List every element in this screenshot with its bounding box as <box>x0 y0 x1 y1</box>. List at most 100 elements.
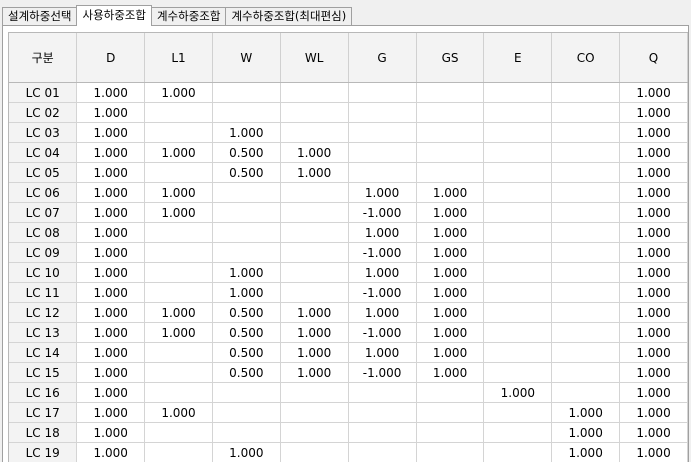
cell-co[interactable] <box>551 102 621 123</box>
cell-g[interactable]: 1.000 <box>348 222 417 243</box>
cell-e[interactable] <box>483 222 553 243</box>
row-header-cell[interactable]: LC 04 <box>9 142 78 163</box>
cell-l1[interactable] <box>144 242 213 263</box>
cell-l1[interactable] <box>144 102 213 123</box>
cell-e[interactable] <box>483 142 553 163</box>
cell-g[interactable]: -1.000 <box>348 282 417 303</box>
row-header-cell[interactable]: LC 17 <box>9 402 78 423</box>
cell-gs[interactable] <box>416 122 485 143</box>
cell-q[interactable]: 1.000 <box>619 262 688 283</box>
table-row[interactable]: LC 07 1.000 1.000 -1.000 1.000 1.000 <box>9 202 688 223</box>
cell-l1[interactable] <box>144 342 213 363</box>
table-row[interactable]: LC 15 1.000 0.500 1.000 -1.000 1.000 1.000 <box>9 362 688 383</box>
cell-gs[interactable] <box>416 82 485 103</box>
cell-e[interactable] <box>483 442 553 462</box>
cell-gs[interactable] <box>416 402 485 423</box>
row-header-cell[interactable]: LC 02 <box>9 102 78 123</box>
cell-co[interactable] <box>551 162 621 183</box>
cell-l1[interactable]: 1.000 <box>144 182 213 203</box>
cell-q[interactable]: 1.000 <box>619 142 688 163</box>
cell-co[interactable] <box>551 362 621 383</box>
cell-l1[interactable] <box>144 282 213 303</box>
cell-q[interactable]: 1.000 <box>619 402 688 423</box>
column-header-category[interactable]: 구분 <box>9 33 78 83</box>
cell-co[interactable] <box>551 382 621 403</box>
cell-gs[interactable]: 1.000 <box>416 362 485 383</box>
column-header-g[interactable]: G <box>348 33 417 83</box>
cell-gs[interactable] <box>416 102 485 123</box>
cell-l1[interactable] <box>144 262 213 283</box>
cell-w[interactable]: 0.500 <box>212 302 281 323</box>
row-header-cell[interactable]: LC 12 <box>9 302 78 323</box>
cell-q[interactable]: 1.000 <box>619 82 688 103</box>
table-row[interactable]: LC 05 1.000 0.500 1.000 1.000 <box>9 162 688 183</box>
column-header-e[interactable]: E <box>483 33 553 83</box>
column-header-q[interactable]: Q <box>619 33 688 83</box>
cell-wl[interactable] <box>280 382 349 403</box>
column-header-d[interactable]: D <box>76 33 146 83</box>
cell-d[interactable]: 1.000 <box>76 382 146 403</box>
table-row[interactable]: LC 19 1.000 1.000 1.000 1.000 <box>9 442 688 462</box>
cell-l1[interactable] <box>144 422 213 443</box>
cell-co[interactable] <box>551 202 621 223</box>
cell-l1[interactable]: 1.000 <box>144 302 213 323</box>
cell-d[interactable]: 1.000 <box>76 322 146 343</box>
cell-w[interactable]: 0.500 <box>212 322 281 343</box>
row-header-cell[interactable]: LC 16 <box>9 382 78 403</box>
tab-service-load-combination[interactable]: 사용하중조합 <box>76 5 152 26</box>
cell-wl[interactable] <box>280 242 349 263</box>
cell-wl[interactable] <box>280 402 349 423</box>
cell-gs[interactable] <box>416 142 485 163</box>
cell-e[interactable] <box>483 362 553 383</box>
cell-l1[interactable] <box>144 382 213 403</box>
cell-g[interactable]: 1.000 <box>348 302 417 323</box>
cell-l1[interactable] <box>144 442 213 462</box>
cell-w[interactable]: 0.500 <box>212 362 281 383</box>
cell-w[interactable] <box>212 182 281 203</box>
cell-w[interactable]: 0.500 <box>212 162 281 183</box>
table-row[interactable]: LC 18 1.000 1.000 1.000 <box>9 422 688 443</box>
row-header-cell[interactable]: LC 15 <box>9 362 78 383</box>
cell-e[interactable] <box>483 182 553 203</box>
cell-wl[interactable] <box>280 82 349 103</box>
cell-g[interactable] <box>348 82 417 103</box>
cell-q[interactable]: 1.000 <box>619 242 688 263</box>
cell-gs[interactable]: 1.000 <box>416 182 485 203</box>
cell-e[interactable] <box>483 302 553 323</box>
cell-gs[interactable] <box>416 382 485 403</box>
cell-g[interactable]: 1.000 <box>348 342 417 363</box>
cell-wl[interactable]: 1.000 <box>280 162 349 183</box>
cell-w[interactable] <box>212 102 281 123</box>
cell-l1[interactable]: 1.000 <box>144 202 213 223</box>
cell-co[interactable] <box>551 182 621 203</box>
cell-gs[interactable] <box>416 422 485 443</box>
tab-factored-load-combination[interactable]: 계수하중조합 <box>150 7 227 25</box>
cell-e[interactable] <box>483 342 553 363</box>
row-header-cell[interactable]: LC 06 <box>9 182 78 203</box>
cell-l1[interactable]: 1.000 <box>144 82 213 103</box>
cell-gs[interactable]: 1.000 <box>416 342 485 363</box>
cell-gs[interactable]: 1.000 <box>416 222 485 243</box>
cell-gs[interactable]: 1.000 <box>416 302 485 323</box>
cell-g[interactable]: -1.000 <box>348 242 417 263</box>
cell-w[interactable]: 0.500 <box>212 342 281 363</box>
cell-g[interactable] <box>348 442 417 462</box>
table-row[interactable]: LC 09 1.000 -1.000 1.000 1.000 <box>9 242 688 263</box>
cell-e[interactable]: 1.000 <box>483 382 553 403</box>
cell-d[interactable]: 1.000 <box>76 402 146 423</box>
table-row[interactable]: LC 17 1.000 1.000 1.000 1.000 <box>9 402 688 423</box>
cell-q[interactable]: 1.000 <box>619 202 688 223</box>
table-row[interactable]: LC 11 1.000 1.000 -1.000 1.000 1.000 <box>9 282 688 303</box>
cell-wl[interactable]: 1.000 <box>280 342 349 363</box>
cell-wl[interactable]: 1.000 <box>280 362 349 383</box>
cell-q[interactable]: 1.000 <box>619 442 688 462</box>
cell-d[interactable]: 1.000 <box>76 142 146 163</box>
cell-g[interactable] <box>348 162 417 183</box>
cell-co[interactable]: 1.000 <box>551 442 621 462</box>
cell-wl[interactable]: 1.000 <box>280 322 349 343</box>
cell-q[interactable]: 1.000 <box>619 182 688 203</box>
cell-g[interactable] <box>348 122 417 143</box>
cell-w[interactable] <box>212 402 281 423</box>
cell-w[interactable]: 1.000 <box>212 282 281 303</box>
cell-g[interactable] <box>348 402 417 423</box>
